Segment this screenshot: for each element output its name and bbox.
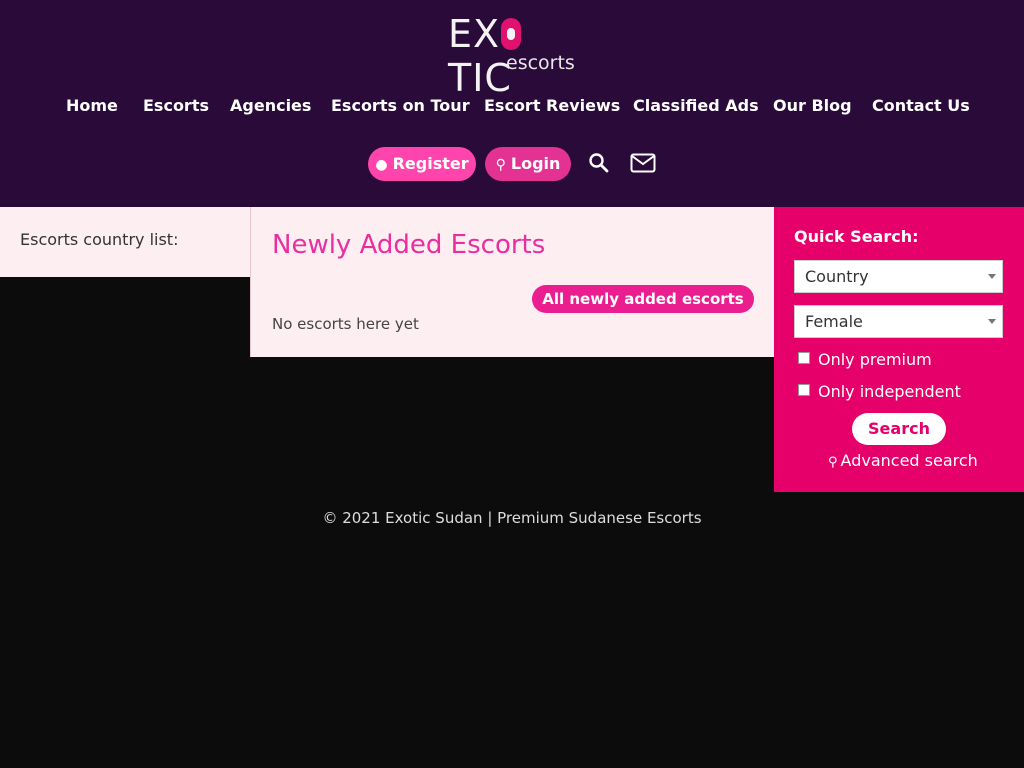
logo-o-icon [501,18,522,50]
nav-agencies[interactable]: Agencies [230,94,311,118]
register-label: Register [392,154,469,173]
nav-escorts[interactable]: Escorts [143,94,209,118]
dropdown-arrow-icon [988,319,996,324]
nav-escort-reviews[interactable]: Escort Reviews [484,94,620,118]
only-independent-checkbox[interactable] [798,384,810,396]
nav-our-blog[interactable]: Our Blog [773,94,852,118]
mail-icon[interactable] [630,152,656,174]
only-premium-checkbox[interactable] [798,352,810,364]
logo-subtext: escorts [506,52,575,74]
login-button[interactable]: ⚲ Login [485,147,571,181]
empty-state-text: No escorts here yet [272,315,419,333]
site-header: EXTIC escorts Home Escorts Agencies Esco… [0,0,1024,207]
quick-search-title: Quick Search: [794,227,919,246]
advanced-search-link[interactable]: ⚲ Advanced search [828,451,978,470]
key-icon: ⚲ [495,157,506,173]
nav-classified-ads[interactable]: Classified Ads [633,94,759,118]
logo-text-left: EX [448,12,501,56]
main-nav: Home Escorts Agencies Escorts on Tour Es… [0,94,1024,120]
search-icon[interactable] [588,152,610,174]
country-select[interactable]: Country [794,260,1003,293]
only-independent-row: Only independent [798,382,961,401]
site-logo[interactable]: EXTIC escorts [448,12,578,100]
only-independent-label: Only independent [818,382,961,401]
only-premium-row: Only premium [798,350,932,369]
nav-escorts-on-tour[interactable]: Escorts on Tour [331,94,470,118]
gender-select[interactable]: Female [794,305,1003,338]
login-label: Login [510,154,561,173]
country-list-panel: Escorts country list: [0,207,250,277]
user-icon: ● [375,157,388,173]
all-newly-added-button[interactable]: All newly added escorts [532,285,754,313]
only-premium-label: Only premium [818,350,932,369]
country-list-title: Escorts country list: [20,230,179,249]
newly-added-title: Newly Added Escorts [272,230,546,260]
nav-contact-us[interactable]: Contact Us [872,94,970,118]
newly-added-panel: Newly Added Escorts All newly added esco… [250,207,774,357]
advanced-search-label: Advanced search [840,451,978,470]
nav-home[interactable]: Home [66,94,118,118]
country-select-value: Country [805,267,869,286]
dropdown-arrow-icon [988,274,996,279]
gender-select-value: Female [805,312,863,331]
key-icon: ⚲ [828,455,838,470]
footer-copyright: © 2021 Exotic Sudan | Premium Sudanese E… [322,509,702,527]
search-button[interactable]: Search [852,413,946,445]
quick-search-panel: Quick Search: Country Female Only premiu… [774,207,1024,492]
register-button[interactable]: ● Register [368,147,476,181]
